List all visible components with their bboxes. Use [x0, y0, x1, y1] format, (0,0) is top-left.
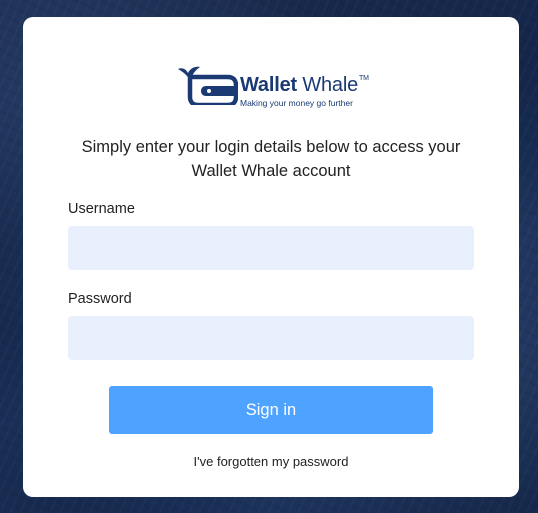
whale-wallet-icon — [178, 66, 238, 105]
brand-name: Wallet WhaleTM — [240, 74, 369, 97]
sign-in-button[interactable]: Sign in — [109, 386, 433, 434]
intro-text: Simply enter your login details below to… — [81, 138, 461, 180]
password-label: Password — [68, 291, 132, 307]
username-input[interactable] — [68, 226, 474, 270]
login-card: Wallet WhaleTM Making your money go furt… — [23, 17, 519, 497]
password-input[interactable] — [68, 316, 474, 360]
brand-logo: Wallet WhaleTM Making your money go furt… — [176, 62, 376, 114]
brand-name-regular: Whale — [302, 74, 359, 96]
trademark: TM — [359, 75, 369, 82]
brand-tagline: Making your money go further — [240, 98, 353, 108]
username-label: Username — [68, 201, 135, 217]
forgot-password-link[interactable]: I've forgotten my password — [23, 454, 519, 469]
brand-name-bold: Wallet — [240, 74, 297, 96]
